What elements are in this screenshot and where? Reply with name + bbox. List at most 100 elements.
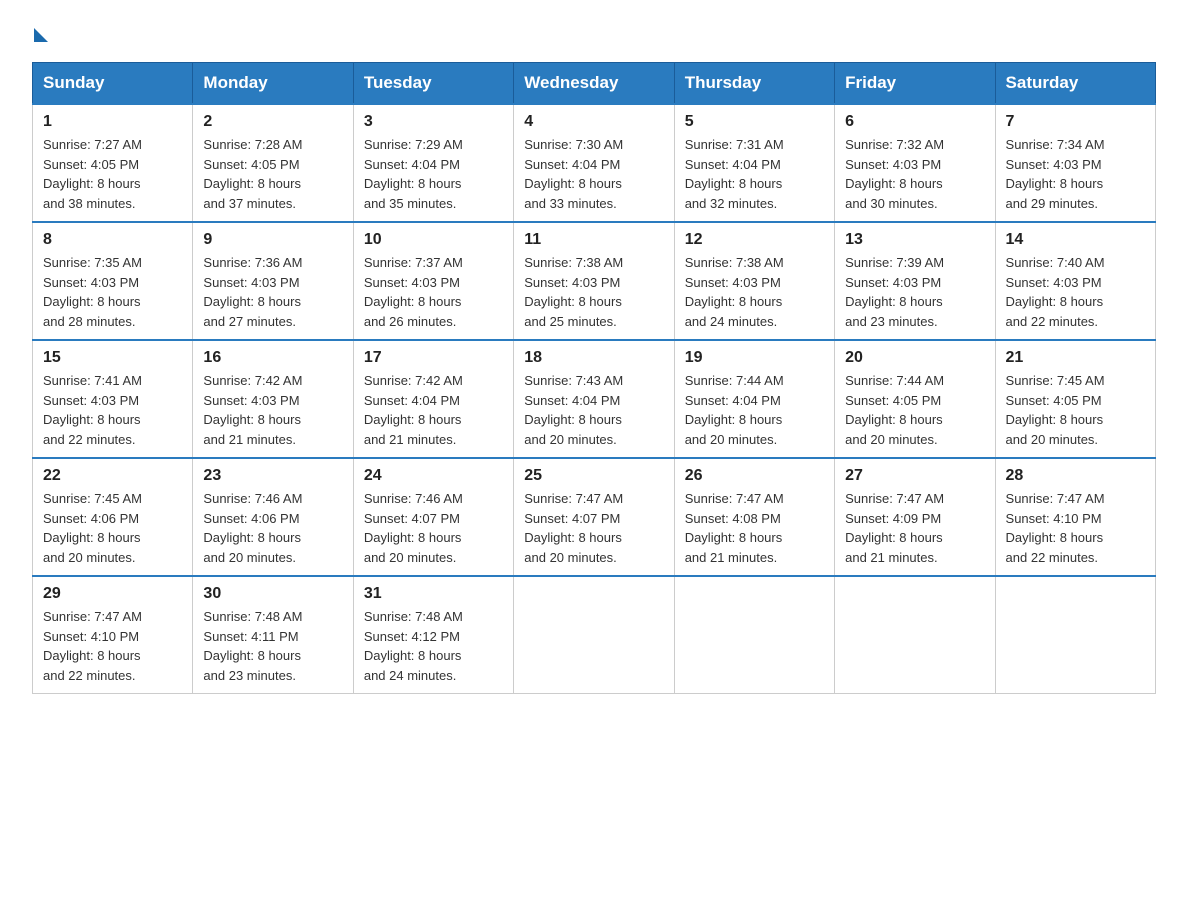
cell-content: Sunrise: 7:27 AMSunset: 4:05 PMDaylight:… [43, 137, 142, 211]
calendar-cell: 10 Sunrise: 7:37 AMSunset: 4:03 PMDaylig… [353, 222, 513, 340]
day-number: 24 [364, 467, 503, 485]
day-number: 30 [203, 585, 342, 603]
cell-content: Sunrise: 7:46 AMSunset: 4:06 PMDaylight:… [203, 491, 302, 565]
day-number: 31 [364, 585, 503, 603]
calendar-cell: 26 Sunrise: 7:47 AMSunset: 4:08 PMDaylig… [674, 458, 834, 576]
day-number: 19 [685, 349, 824, 367]
logo [32, 24, 48, 42]
calendar-table: SundayMondayTuesdayWednesdayThursdayFrid… [32, 62, 1156, 694]
cell-content: Sunrise: 7:34 AMSunset: 4:03 PMDaylight:… [1006, 137, 1105, 211]
day-number: 5 [685, 113, 824, 131]
day-number: 6 [845, 113, 984, 131]
calendar-cell: 16 Sunrise: 7:42 AMSunset: 4:03 PMDaylig… [193, 340, 353, 458]
cell-content: Sunrise: 7:36 AMSunset: 4:03 PMDaylight:… [203, 255, 302, 329]
cell-content: Sunrise: 7:47 AMSunset: 4:10 PMDaylight:… [43, 609, 142, 683]
calendar-cell: 11 Sunrise: 7:38 AMSunset: 4:03 PMDaylig… [514, 222, 674, 340]
weekday-header-sunday: Sunday [33, 63, 193, 105]
calendar-cell: 12 Sunrise: 7:38 AMSunset: 4:03 PMDaylig… [674, 222, 834, 340]
cell-content: Sunrise: 7:42 AMSunset: 4:03 PMDaylight:… [203, 373, 302, 447]
day-number: 26 [685, 467, 824, 485]
day-number: 29 [43, 585, 182, 603]
day-number: 25 [524, 467, 663, 485]
calendar-cell: 2 Sunrise: 7:28 AMSunset: 4:05 PMDayligh… [193, 104, 353, 222]
calendar-cell [674, 576, 834, 694]
weekday-header-friday: Friday [835, 63, 995, 105]
calendar-cell: 27 Sunrise: 7:47 AMSunset: 4:09 PMDaylig… [835, 458, 995, 576]
cell-content: Sunrise: 7:43 AMSunset: 4:04 PMDaylight:… [524, 373, 623, 447]
calendar-cell: 29 Sunrise: 7:47 AMSunset: 4:10 PMDaylig… [33, 576, 193, 694]
day-number: 17 [364, 349, 503, 367]
weekday-header-tuesday: Tuesday [353, 63, 513, 105]
weekday-header-thursday: Thursday [674, 63, 834, 105]
day-number: 1 [43, 113, 182, 131]
cell-content: Sunrise: 7:47 AMSunset: 4:10 PMDaylight:… [1006, 491, 1105, 565]
calendar-cell: 1 Sunrise: 7:27 AMSunset: 4:05 PMDayligh… [33, 104, 193, 222]
calendar-cell: 17 Sunrise: 7:42 AMSunset: 4:04 PMDaylig… [353, 340, 513, 458]
calendar-cell: 8 Sunrise: 7:35 AMSunset: 4:03 PMDayligh… [33, 222, 193, 340]
day-number: 7 [1006, 113, 1145, 131]
calendar-week-row: 1 Sunrise: 7:27 AMSunset: 4:05 PMDayligh… [33, 104, 1156, 222]
cell-content: Sunrise: 7:35 AMSunset: 4:03 PMDaylight:… [43, 255, 142, 329]
cell-content: Sunrise: 7:47 AMSunset: 4:07 PMDaylight:… [524, 491, 623, 565]
day-number: 15 [43, 349, 182, 367]
weekday-header-wednesday: Wednesday [514, 63, 674, 105]
cell-content: Sunrise: 7:41 AMSunset: 4:03 PMDaylight:… [43, 373, 142, 447]
calendar-cell: 25 Sunrise: 7:47 AMSunset: 4:07 PMDaylig… [514, 458, 674, 576]
calendar-cell: 24 Sunrise: 7:46 AMSunset: 4:07 PMDaylig… [353, 458, 513, 576]
calendar-cell: 13 Sunrise: 7:39 AMSunset: 4:03 PMDaylig… [835, 222, 995, 340]
weekday-header-saturday: Saturday [995, 63, 1155, 105]
day-number: 21 [1006, 349, 1145, 367]
cell-content: Sunrise: 7:44 AMSunset: 4:05 PMDaylight:… [845, 373, 944, 447]
day-number: 9 [203, 231, 342, 249]
cell-content: Sunrise: 7:32 AMSunset: 4:03 PMDaylight:… [845, 137, 944, 211]
weekday-header-row: SundayMondayTuesdayWednesdayThursdayFrid… [33, 63, 1156, 105]
calendar-cell: 9 Sunrise: 7:36 AMSunset: 4:03 PMDayligh… [193, 222, 353, 340]
calendar-week-row: 8 Sunrise: 7:35 AMSunset: 4:03 PMDayligh… [33, 222, 1156, 340]
calendar-cell: 30 Sunrise: 7:48 AMSunset: 4:11 PMDaylig… [193, 576, 353, 694]
cell-content: Sunrise: 7:29 AMSunset: 4:04 PMDaylight:… [364, 137, 463, 211]
day-number: 10 [364, 231, 503, 249]
calendar-cell [514, 576, 674, 694]
day-number: 27 [845, 467, 984, 485]
calendar-cell: 19 Sunrise: 7:44 AMSunset: 4:04 PMDaylig… [674, 340, 834, 458]
calendar-cell: 7 Sunrise: 7:34 AMSunset: 4:03 PMDayligh… [995, 104, 1155, 222]
calendar-cell: 23 Sunrise: 7:46 AMSunset: 4:06 PMDaylig… [193, 458, 353, 576]
weekday-header-monday: Monday [193, 63, 353, 105]
calendar-cell: 4 Sunrise: 7:30 AMSunset: 4:04 PMDayligh… [514, 104, 674, 222]
cell-content: Sunrise: 7:47 AMSunset: 4:08 PMDaylight:… [685, 491, 784, 565]
cell-content: Sunrise: 7:30 AMSunset: 4:04 PMDaylight:… [524, 137, 623, 211]
calendar-cell: 22 Sunrise: 7:45 AMSunset: 4:06 PMDaylig… [33, 458, 193, 576]
calendar-cell: 28 Sunrise: 7:47 AMSunset: 4:10 PMDaylig… [995, 458, 1155, 576]
cell-content: Sunrise: 7:37 AMSunset: 4:03 PMDaylight:… [364, 255, 463, 329]
calendar-cell: 6 Sunrise: 7:32 AMSunset: 4:03 PMDayligh… [835, 104, 995, 222]
page-header [32, 24, 1156, 42]
day-number: 20 [845, 349, 984, 367]
day-number: 2 [203, 113, 342, 131]
day-number: 22 [43, 467, 182, 485]
cell-content: Sunrise: 7:45 AMSunset: 4:05 PMDaylight:… [1006, 373, 1105, 447]
cell-content: Sunrise: 7:48 AMSunset: 4:12 PMDaylight:… [364, 609, 463, 683]
calendar-cell [835, 576, 995, 694]
day-number: 11 [524, 231, 663, 249]
day-number: 3 [364, 113, 503, 131]
logo-arrow-icon [34, 28, 48, 42]
calendar-cell: 20 Sunrise: 7:44 AMSunset: 4:05 PMDaylig… [835, 340, 995, 458]
calendar-week-row: 15 Sunrise: 7:41 AMSunset: 4:03 PMDaylig… [33, 340, 1156, 458]
cell-content: Sunrise: 7:28 AMSunset: 4:05 PMDaylight:… [203, 137, 302, 211]
day-number: 13 [845, 231, 984, 249]
day-number: 12 [685, 231, 824, 249]
cell-content: Sunrise: 7:46 AMSunset: 4:07 PMDaylight:… [364, 491, 463, 565]
cell-content: Sunrise: 7:44 AMSunset: 4:04 PMDaylight:… [685, 373, 784, 447]
calendar-cell: 14 Sunrise: 7:40 AMSunset: 4:03 PMDaylig… [995, 222, 1155, 340]
cell-content: Sunrise: 7:42 AMSunset: 4:04 PMDaylight:… [364, 373, 463, 447]
cell-content: Sunrise: 7:38 AMSunset: 4:03 PMDaylight:… [685, 255, 784, 329]
cell-content: Sunrise: 7:45 AMSunset: 4:06 PMDaylight:… [43, 491, 142, 565]
cell-content: Sunrise: 7:40 AMSunset: 4:03 PMDaylight:… [1006, 255, 1105, 329]
calendar-week-row: 22 Sunrise: 7:45 AMSunset: 4:06 PMDaylig… [33, 458, 1156, 576]
day-number: 28 [1006, 467, 1145, 485]
day-number: 14 [1006, 231, 1145, 249]
calendar-week-row: 29 Sunrise: 7:47 AMSunset: 4:10 PMDaylig… [33, 576, 1156, 694]
calendar-cell: 15 Sunrise: 7:41 AMSunset: 4:03 PMDaylig… [33, 340, 193, 458]
cell-content: Sunrise: 7:31 AMSunset: 4:04 PMDaylight:… [685, 137, 784, 211]
day-number: 18 [524, 349, 663, 367]
